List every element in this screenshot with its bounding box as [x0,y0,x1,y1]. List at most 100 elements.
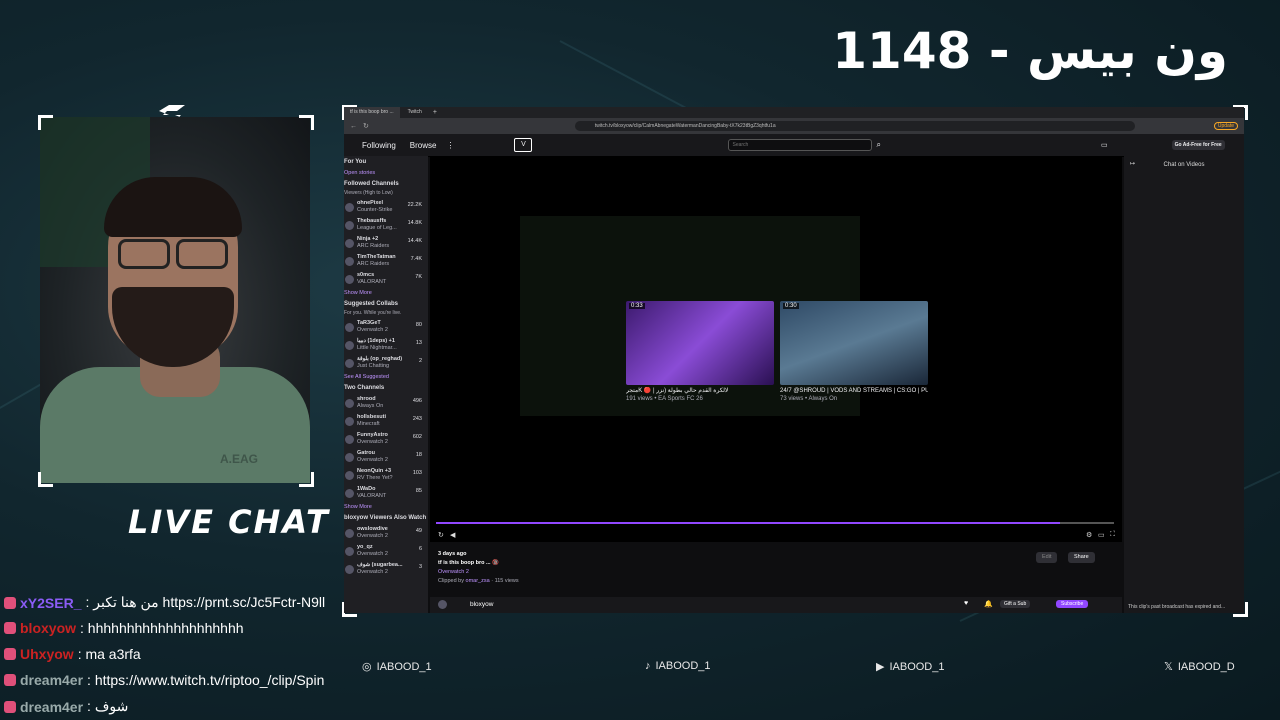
clip-views: 115 views [494,578,519,584]
subscribe-button[interactable]: Subscribe [1056,600,1089,608]
channel-avatar [345,256,354,266]
search-input[interactable] [728,139,873,151]
sidebar-channel[interactable]: s0mcs VALORANT 7K [344,270,428,288]
inbox-icon[interactable]: ▭ [1101,141,1108,149]
sidebar-heading: Suggested Collabs [344,301,399,307]
sidebar-heading: For You [344,159,367,165]
sidebar-link[interactable]: Open stories [344,168,428,178]
player-progress-fill [436,522,1060,524]
channel-avatar [345,564,354,574]
twitch-logo-icon[interactable]: V [514,138,533,152]
gift-sub-button[interactable]: Gift a Sub [1000,600,1031,608]
share-button[interactable]: Share [1068,552,1095,563]
viewer-count: 243 [412,416,422,422]
tiktok-icon: ♪ [645,660,651,672]
video-player[interactable]: 0:33 متجرK 🔴 | لالكرة القدم حالي بطولة (… [430,156,1122,530]
viewer-count: 7.4K [410,256,422,262]
channel-game: Overwatch 2 [357,327,388,333]
viewer-count: 103 [412,470,422,476]
sidebar-channel[interactable]: NeonQuin +3 RV There Yet? 103 [344,466,428,484]
twitch-sidebar: For You Open stories Followed Channels View… [344,156,428,613]
sidebar-channel[interactable]: TimTheTatman ARC Raiders 7.4K [344,252,428,270]
sidebar-link[interactable]: See All Suggested [344,372,428,382]
suggested-clip-thumb[interactable]: 0:30 [780,301,928,385]
channel-game: Overwatch 2 [357,457,388,463]
channel-name[interactable]: bloxyow [470,601,493,608]
channel-avatar [345,202,354,212]
sidebar-channel[interactable]: Gatrou Overwatch 2 18 [344,448,428,466]
social-handle-text: IABOOD_1 [655,660,711,672]
player-progress-track[interactable] [436,522,1114,524]
sidebar-link[interactable]: Show More [344,502,428,512]
channel-game: Always On [357,403,384,409]
channel-game: VALORANT [357,279,387,285]
sidebar-link[interactable]: Show More [344,288,428,298]
sidebar-channel[interactable]: بلوقة (op_reghad) Just Chatting 2 [344,354,428,372]
chat-badge-icon [4,674,16,686]
ad-free-button[interactable]: Go Ad-Free for Free [1171,140,1225,150]
sidebar-channel[interactable]: ohnePixel Counter-Strike 22.2K [344,198,428,216]
channel-avatar [345,416,354,426]
browser-toolbar: ← ↻ twitch.tv/bloxyow/clip/CalmAbnegateW… [344,118,1244,134]
sidebar-heading: Viewers (High to Low) [344,190,393,196]
browse-link[interactable]: Browse [410,141,437,150]
channel-name: owslowdive [357,526,388,532]
sidebar-channel[interactable]: hollsbesuti Minecraft 243 [344,412,428,430]
channel-avatar [345,528,354,538]
sidebar-heading: Two Channels [344,385,385,391]
clip-age: 3 days ago [438,551,467,557]
theatre-icon[interactable]: ▭ [1098,531,1105,539]
sidebar-channel[interactable]: Thebausffs League of Leg... 14.8K [344,216,428,234]
suggested-clip-thumb[interactable]: 0:33 [626,301,774,385]
channel-avatar [345,452,354,462]
edit-button[interactable]: Edit [1036,552,1058,563]
replay-icon[interactable]: ↻ [438,531,444,539]
browser-tab[interactable]: Twitch [401,107,428,118]
sidebar-channel[interactable]: 1WaDo VALORANT 85 [344,484,428,502]
sidebar-channel[interactable]: Ninja +2 ARC Raiders 14.4K [344,234,428,252]
browser-window: tf is this boop bro ... Twitch + ← ↻ twi… [344,107,1244,613]
channel-game: Counter-Strike [357,207,393,213]
sidebar-channel[interactable]: دبيبا (1deps) +1 Little Nightmar... 13 [344,336,428,354]
settings-icon[interactable]: ⚙ [1086,531,1092,539]
collapse-chat-icon[interactable]: ↦ [1130,160,1135,167]
viewer-count: 496 [412,398,422,404]
sidebar-channel[interactable]: شوف (sugarbea... Overwatch 2 3 [344,560,428,578]
update-button[interactable]: Update [1213,122,1238,130]
fullscreen-icon[interactable]: ⛶ [1110,531,1115,539]
channel-avatar [345,398,354,408]
sidebar-channel[interactable]: shrood Always On 496 [344,394,428,412]
browser-tab[interactable]: tf is this boop bro ... [344,107,400,118]
following-link[interactable]: Following [362,141,396,150]
channel-game: Overwatch 2 [357,439,388,445]
channel-game: ARC Raiders [357,261,390,267]
sidebar-heading: Followed Channels [344,181,399,187]
more-menu-icon[interactable]: ⋮ [446,141,454,150]
sidebar-heading: bloxyow Viewers Also Watch [344,515,427,521]
sidebar-channel[interactable]: TaR3GeT Overwatch 2 80 [344,318,428,336]
sidebar-channel[interactable]: owslowdive Overwatch 2 49 [344,524,428,542]
channel-avatar[interactable] [438,600,447,609]
channel-avatar [345,238,354,248]
address-bar[interactable]: twitch.tv/bloxyow/clip/CalmAbnegateWater… [574,121,1135,131]
new-tab-icon[interactable]: + [433,109,437,116]
sidebar-channel[interactable]: FunnyAstro Overwatch 2 602 [344,430,428,448]
channel-game: Just Chatting [357,363,390,369]
clip-title[interactable]: متجرK 🔴 | لالكرة القدم حالي بطولة (نزر [626,387,774,395]
clip-title[interactable]: 24/7 @SHROUD | VODS AND STREAMS | CS:GO … [780,387,928,395]
sidebar-channel[interactable]: yo_qz Overwatch 2 6 [344,542,428,560]
volume-icon[interactable]: ◀ [450,531,455,539]
clipper-link[interactable]: omar_zsa [466,578,490,584]
clip-game[interactable]: Overwatch 2 [438,568,1118,577]
chat-message: dream4er: https://www.twitch.tv/riptoo_/… [4,672,324,688]
channel-name: شوف (sugarbea... [357,562,403,568]
social-handle: ♪ IABOOD_1 [645,660,711,672]
bell-icon[interactable]: 🔔 [984,600,993,608]
chat-badge-icon [4,648,16,660]
social-handle: ▶ IABOOD_1 [876,660,945,674]
search-icon[interactable]: ⌕ [876,140,880,150]
back-icon[interactable]: ← [350,123,357,130]
chat-panel: ↦ Chat on Videos This clip's past broadc… [1124,156,1244,613]
heart-icon[interactable]: ♥ [964,600,968,607]
reload-icon[interactable]: ↻ [363,122,369,130]
